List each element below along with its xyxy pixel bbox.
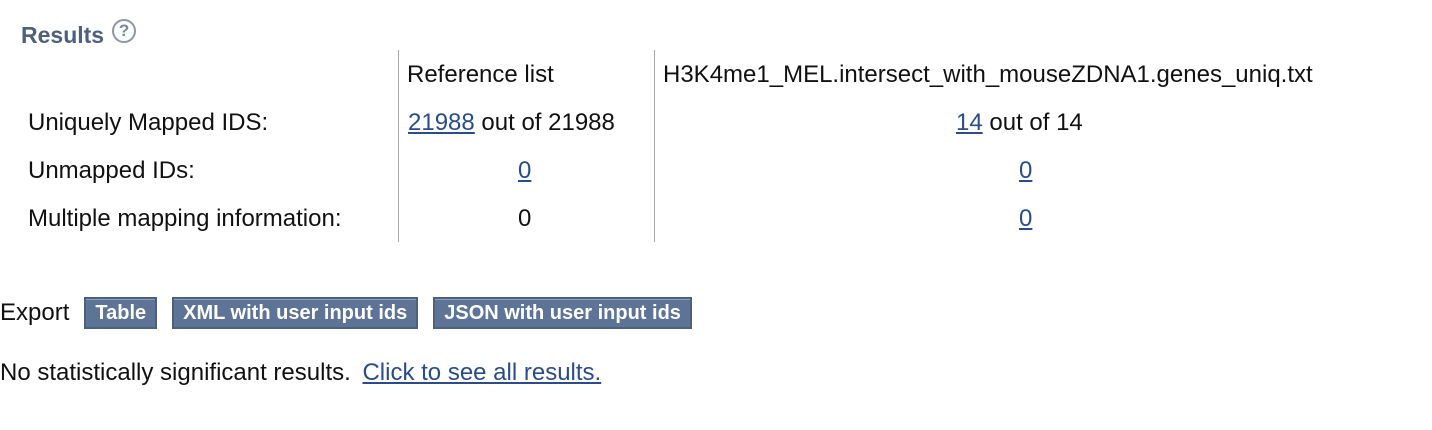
no-significant-results-text: No statistically significant results. [0,359,351,386]
help-icon[interactable]: ? [112,19,137,43]
reference-uniquely-mapped-value: 21988 out of 21988 [408,108,615,138]
user-unmapped-link[interactable]: 0 [1019,157,1032,184]
export-label: Export [0,299,70,326]
user-unmapped-value: 0 [1019,156,1032,186]
column-divider-2 [654,50,655,242]
reference-unmapped-value: 0 [518,156,531,186]
export-json-button[interactable]: JSON with user input ids [433,297,692,329]
user-list-header: H3K4me1_MEL.intersect_with_mouseZDNA1.ge… [663,61,1313,88]
results-title: Results [21,22,105,48]
uniquely-mapped-label: Uniquely Mapped IDS: [28,109,269,136]
results-table: Reference list H3K4me1_MEL.intersect_wit… [28,50,1408,242]
reference-multiple-mapping-value: 0 [518,205,532,232]
reference-list-header: Reference list [407,61,554,88]
results-message: No statistically significant results. Cl… [0,356,601,390]
user-uniquely-mapped-value: 14 out of 14 [956,108,1083,138]
user-uniquely-mapped-total: out of 14 [982,109,1083,136]
user-multiple-mapping-value: 0 [1019,204,1032,234]
column-divider-1 [398,50,399,242]
multiple-mapping-label: Multiple mapping information: [28,205,342,232]
reference-unmapped-link[interactable]: 0 [518,157,531,184]
reference-uniquely-mapped-link[interactable]: 21988 [408,109,475,136]
unmapped-label: Unmapped IDs: [28,157,195,184]
export-xml-button[interactable]: XML with user input ids [172,297,419,329]
reference-uniquely-mapped-total: out of 21988 [474,109,615,136]
results-header: Results ? [21,17,137,53]
see-all-results-link[interactable]: Click to see all results. [362,359,601,386]
user-uniquely-mapped-link[interactable]: 14 [956,109,983,136]
user-multiple-mapping-link[interactable]: 0 [1019,205,1032,232]
export-row: Export Table XML with user input ids JSO… [0,296,707,330]
export-table-button[interactable]: Table [84,297,158,329]
